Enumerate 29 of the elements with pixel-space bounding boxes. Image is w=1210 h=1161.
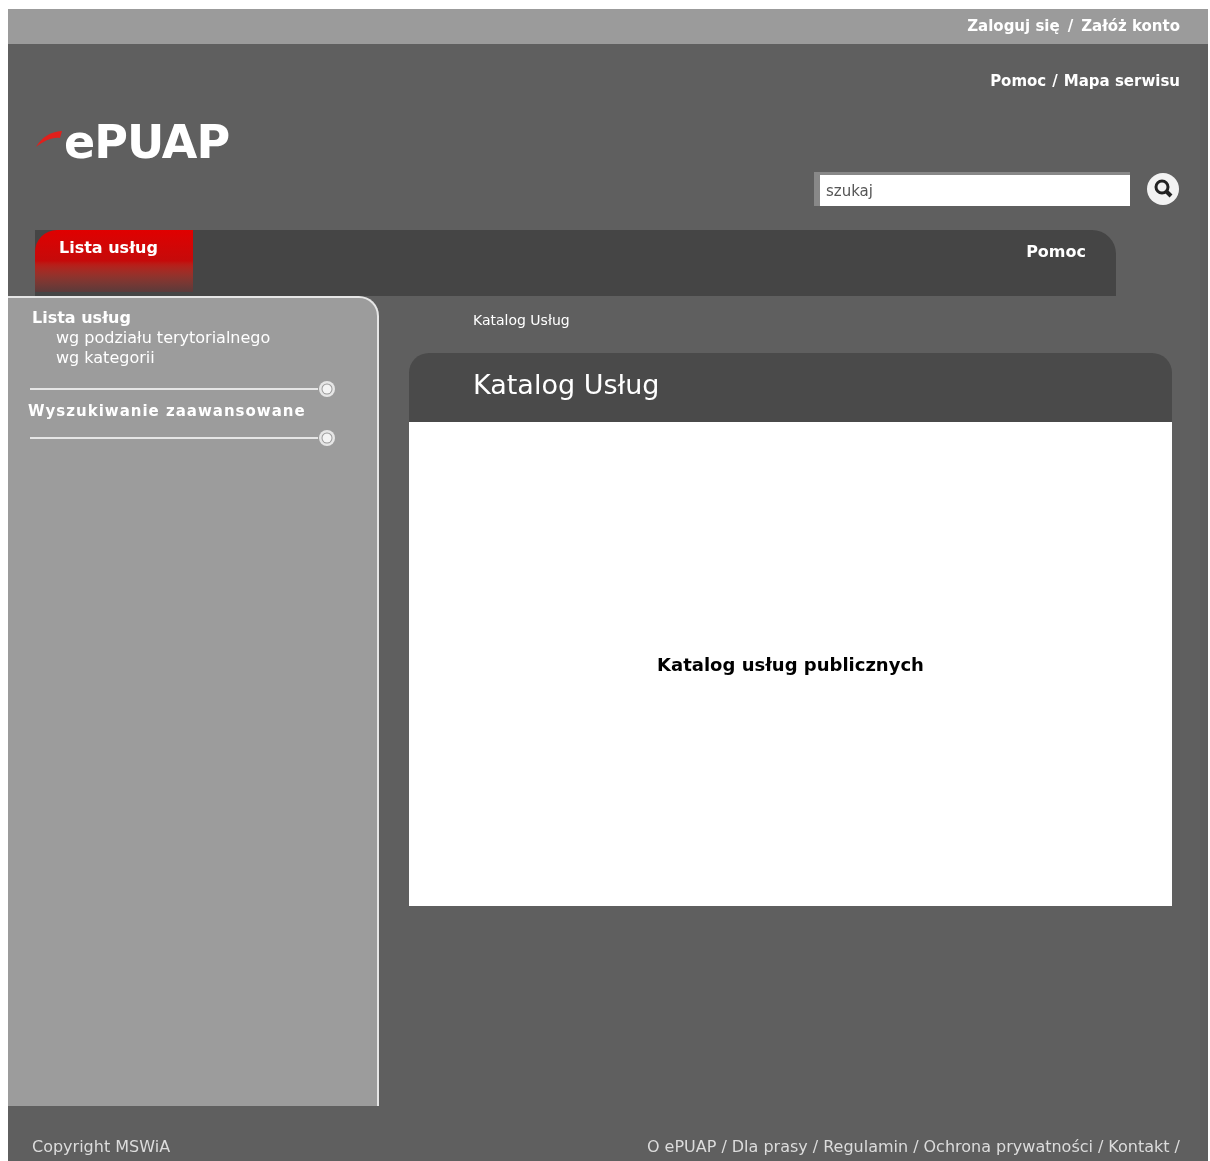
sidebar-link[interactable]: wg kategorii bbox=[8, 348, 377, 368]
footer-link[interactable]: Dla prasy bbox=[731, 1135, 808, 1159]
sidebar-heading[interactable]: Lista usług bbox=[8, 308, 377, 328]
separator: / bbox=[1097, 1136, 1104, 1158]
top-link[interactable]: Zaloguj się bbox=[967, 15, 1060, 38]
separator: / bbox=[1052, 71, 1058, 92]
sidebar-heading[interactable]: Wyszukiwanie zaawansowane bbox=[8, 400, 377, 423]
panel-text: Katalog usług publicznych bbox=[657, 652, 924, 677]
copyright: Copyright MSWiA bbox=[32, 1136, 171, 1158]
search-icon[interactable] bbox=[1146, 172, 1180, 206]
footer-link[interactable]: Kontakt bbox=[1108, 1135, 1170, 1159]
logo[interactable]: ePUAP bbox=[64, 119, 230, 165]
footer-link[interactable]: Ochrona prywatności bbox=[923, 1135, 1093, 1159]
search-field[interactable]: szukaj bbox=[814, 172, 1130, 206]
nav-tab[interactable]: Lista usług bbox=[35, 230, 193, 292]
header-link[interactable]: Mapa serwisu bbox=[1063, 70, 1180, 93]
separator: / bbox=[812, 1136, 819, 1158]
panel-header: Katalog Usług bbox=[409, 353, 1172, 422]
footer-link[interactable]: O ePUAP bbox=[646, 1135, 717, 1159]
breadcrumb: Katalog Usług bbox=[472, 311, 571, 330]
separator: / bbox=[721, 1136, 727, 1158]
separator: / bbox=[913, 1136, 919, 1158]
footer-link[interactable]: Regulamin bbox=[823, 1135, 909, 1159]
separator: / bbox=[1067, 16, 1074, 38]
top-link[interactable]: Załóż konto bbox=[1081, 15, 1180, 38]
nav-tab[interactable]: Pomoc bbox=[996, 230, 1116, 272]
separator: / bbox=[1174, 1136, 1180, 1158]
header-link[interactable]: Pomoc bbox=[990, 70, 1047, 93]
sidebar-link[interactable]: wg podziału terytorialnego bbox=[8, 328, 377, 348]
